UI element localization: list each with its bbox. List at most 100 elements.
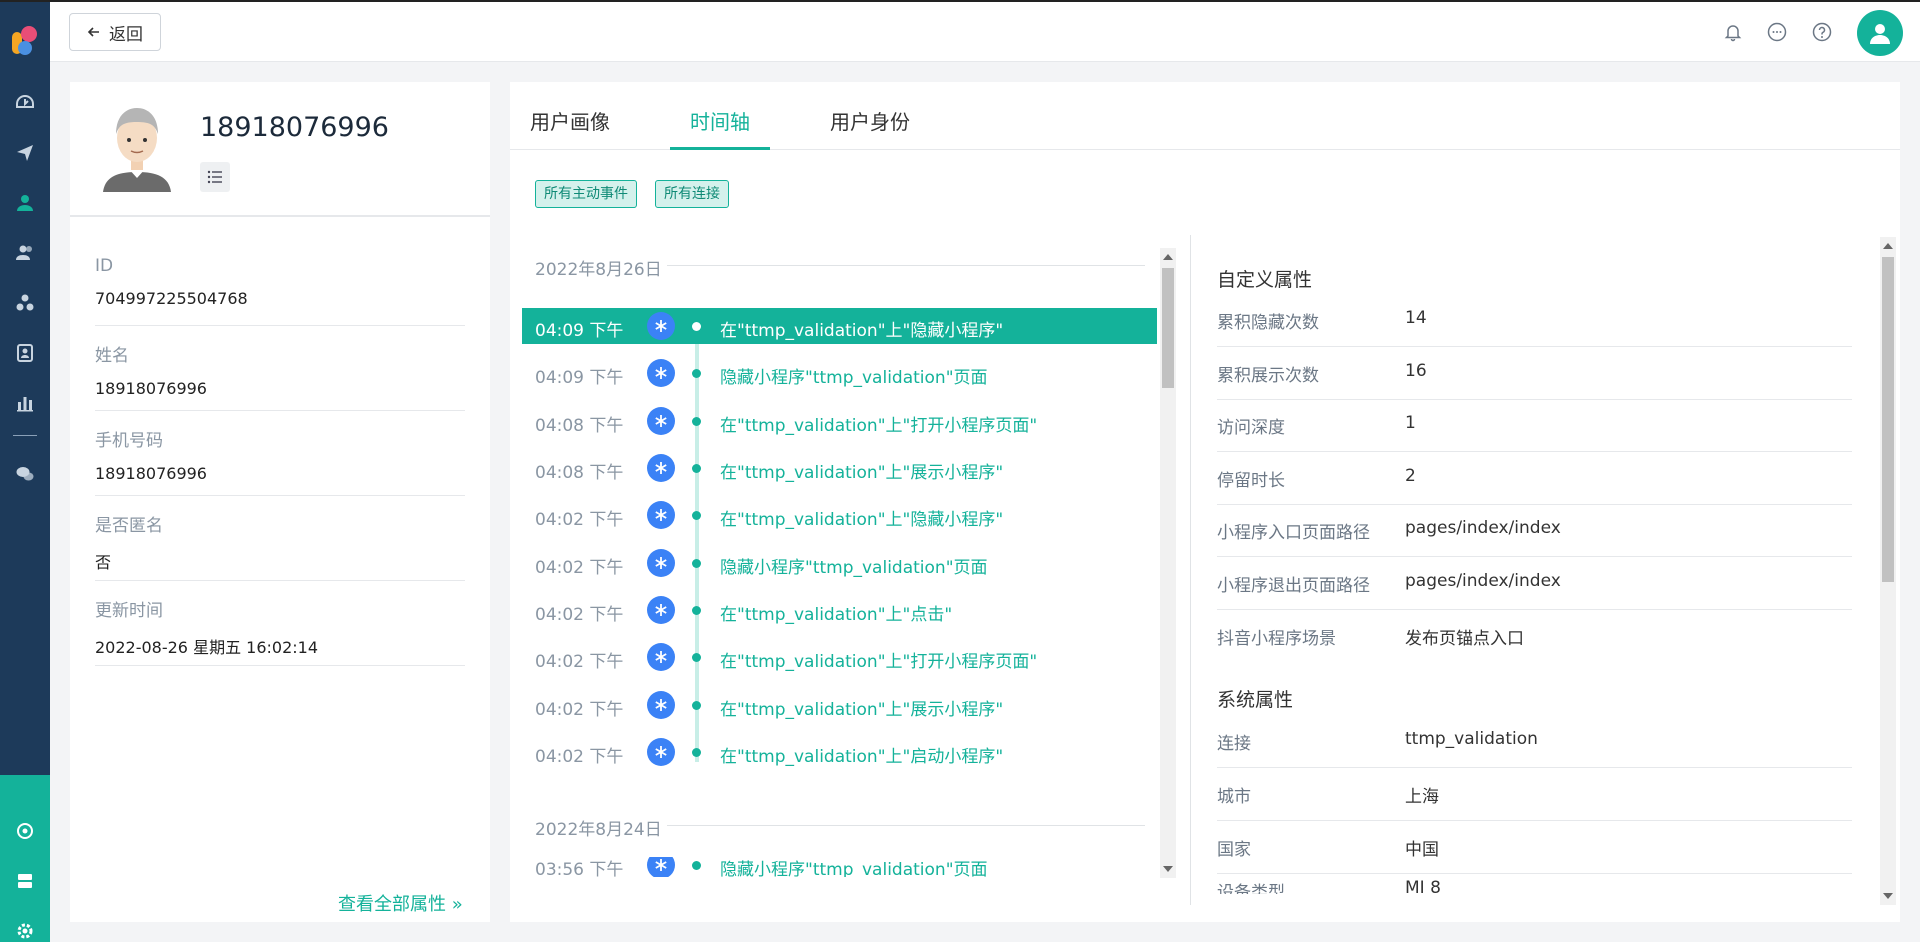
tab-timeline[interactable]: 时间轴 — [690, 106, 750, 135]
user-icon — [17, 195, 33, 211]
timeline-dot — [692, 606, 701, 615]
nav-dashboard[interactable] — [0, 83, 50, 123]
attr-label: 姓名 — [95, 346, 129, 366]
timeline-dot — [692, 322, 701, 331]
nav-data-sources[interactable] — [0, 861, 50, 901]
top-header: 返回 — [50, 2, 1920, 62]
event-text: 在"ttmp_validation"上"展示小程序" — [720, 700, 1004, 720]
timeline-event[interactable]: 04:02 下午 在"ttmp_validation"上"启动小程序" — [522, 734, 1157, 770]
event-time: 04:08 下午 — [535, 463, 624, 483]
timeline-event[interactable]: 04:02 下午 隐藏小程序"ttmp_validation"页面 — [522, 545, 1157, 581]
timeline-dot — [692, 464, 701, 473]
profile-panel: 18918076996 ID 704997225504768 姓名 189180… — [70, 82, 490, 922]
attr-value: 2022-08-26 星期五 16:02:14 — [95, 638, 319, 657]
help-button[interactable] — [1811, 21, 1833, 43]
asterisk-icon — [647, 501, 675, 529]
timeline-event[interactable]: 04:02 下午 在"ttmp_validation"上"隐藏小程序" — [522, 497, 1157, 533]
gear-icon — [17, 923, 33, 939]
timeline-scrollbar[interactable] — [1160, 248, 1176, 878]
attr-label: 是否匿名 — [95, 516, 163, 536]
attr-id: ID 704997225504768 — [95, 256, 465, 326]
asterisk-icon — [647, 738, 675, 766]
asterisk-icon — [647, 312, 675, 340]
attr-name: 姓名 18918076996 — [95, 341, 465, 411]
nav-contacts[interactable] — [0, 333, 50, 373]
attr-value: 18918076996 — [95, 464, 207, 483]
users-icon — [16, 245, 32, 260]
property-value: 16 — [1405, 361, 1427, 381]
property-row: 设备类型 MI 8 — [1217, 874, 1852, 894]
timeline-event[interactable]: 04:09 下午 在"ttmp_validation"上"隐藏小程序" — [522, 308, 1157, 344]
nav-segments[interactable] — [0, 283, 50, 323]
timeline-dot — [692, 511, 701, 520]
tab-user-portrait[interactable]: 用户画像 — [530, 106, 610, 135]
property-key: 累积展示次数 — [1217, 366, 1319, 386]
scroll-down-icon[interactable] — [1883, 893, 1893, 899]
property-key: 小程序退出页面路径 — [1217, 576, 1370, 596]
nav-hub[interactable] — [0, 811, 50, 851]
timeline-event[interactable]: 04:09 下午 隐藏小程序"ttmp_validation"页面 — [522, 355, 1157, 391]
main-panel: 用户画像 时间轴 用户身份 所有主动事件 所有连接 2022年8月26日 04:… — [510, 82, 1900, 922]
chat-icon — [1767, 22, 1787, 42]
back-button[interactable]: 返回 — [69, 13, 161, 51]
property-overflow-clip: 设备类型 MI 8 — [1217, 874, 1852, 894]
profile-menu-button[interactable] — [200, 162, 230, 192]
nav-users[interactable] — [0, 233, 50, 273]
timeline-event[interactable]: 04:02 下午 在"ttmp_validation"上"展示小程序" — [522, 687, 1157, 723]
properties-scrollbar[interactable] — [1880, 237, 1896, 905]
profile-name: 18918076996 — [200, 112, 389, 143]
asterisk-icon — [647, 549, 675, 577]
event-time: 04:02 下午 — [535, 510, 624, 530]
nav-wechat[interactable] — [0, 454, 50, 494]
property-key: 累积隐藏次数 — [1217, 313, 1319, 333]
timeline-date: 2022年8月24日 — [535, 820, 662, 840]
timeline-event[interactable]: 04:08 下午 在"ttmp_validation"上"展示小程序" — [522, 450, 1157, 486]
timeline-dot — [692, 653, 701, 662]
scroll-thumb[interactable] — [1882, 257, 1894, 582]
tab-user-identity[interactable]: 用户身份 — [830, 106, 910, 135]
timeline-overflow-clip: 03:56 下午 隐藏小程序"ttmp_validation"页面 — [510, 857, 1160, 877]
event-text: 在"ttmp_validation"上"隐藏小程序" — [720, 510, 1004, 530]
scroll-up-icon[interactable] — [1883, 243, 1893, 249]
avatar-icon — [1870, 24, 1890, 44]
tab-bar: 用户画像 时间轴 用户身份 — [510, 82, 1900, 150]
event-text: 隐藏小程序"ttmp_validation"页面 — [720, 368, 988, 388]
filter-all-events[interactable]: 所有主动事件 — [535, 180, 637, 208]
nav-settings[interactable] — [0, 911, 50, 942]
notifications-button[interactable] — [1722, 21, 1744, 43]
timeline-date-divider — [667, 265, 1145, 266]
scroll-up-icon[interactable] — [1163, 254, 1173, 260]
attr-value: 704997225504768 — [95, 289, 248, 308]
filter-all-connections[interactable]: 所有连接 — [655, 180, 729, 208]
timeline-event[interactable]: 04:02 下午 在"ttmp_validation"上"点击" — [522, 592, 1157, 628]
user-avatar-button[interactable] — [1857, 10, 1903, 56]
attr-anonymous: 是否匿名 否 — [95, 511, 465, 581]
property-value: 上海 — [1405, 787, 1439, 807]
messages-button[interactable] — [1766, 21, 1788, 43]
list-icon — [207, 170, 222, 184]
property-row: 停留时长 2 — [1217, 452, 1852, 505]
timeline-event[interactable]: 04:02 下午 在"ttmp_validation"上"打开小程序页面" — [522, 639, 1157, 675]
asterisk-icon — [647, 691, 675, 719]
attr-label: 更新时间 — [95, 601, 163, 621]
nav-campaigns[interactable] — [0, 133, 50, 173]
scroll-thumb[interactable] — [1162, 268, 1174, 388]
arrow-left-icon — [87, 27, 99, 37]
event-time: 04:08 下午 — [535, 416, 624, 436]
back-button-label: 返回 — [109, 24, 143, 44]
event-text: 在"ttmp_validation"上"启动小程序" — [720, 747, 1004, 767]
see-all-attributes-link[interactable]: 查看全部属性 » — [338, 890, 463, 916]
timeline-event[interactable]: 03:56 下午 隐藏小程序"ttmp_validation"页面 — [522, 857, 1157, 877]
timeline-date: 2022年8月26日 — [535, 260, 662, 280]
bar-chart-icon — [17, 397, 33, 412]
nav-user[interactable] — [0, 183, 50, 223]
property-key: 国家 — [1217, 840, 1251, 860]
timeline-event[interactable]: 04:08 下午 在"ttmp_validation"上"打开小程序页面" — [522, 403, 1157, 439]
event-time: 04:02 下午 — [535, 558, 624, 578]
scroll-down-icon[interactable] — [1163, 866, 1173, 872]
event-text: 在"ttmp_validation"上"打开小程序页面" — [720, 416, 1038, 436]
property-row: 抖音小程序场景 发布页锚点入口 — [1217, 610, 1852, 663]
event-text: 隐藏小程序"ttmp_validation"页面 — [720, 558, 988, 578]
nav-analytics[interactable] — [0, 383, 50, 423]
asterisk-icon — [647, 596, 675, 624]
